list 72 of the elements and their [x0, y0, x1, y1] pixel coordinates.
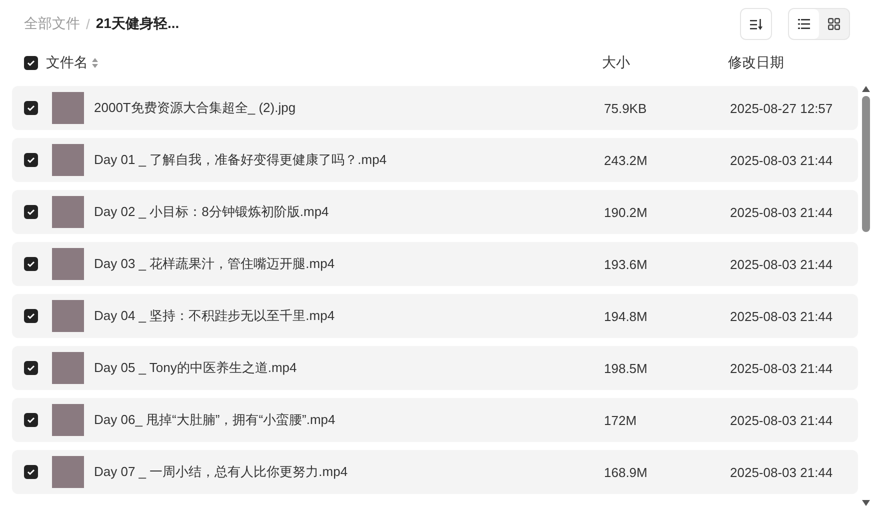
- checkbox[interactable]: [24, 257, 38, 271]
- checkbox[interactable]: [24, 413, 38, 427]
- file-row[interactable]: Day 02 _ 小目标：8分钟锻炼初阶版.mp4 190.2M 2025-08-03 21:44: [12, 190, 858, 234]
- checkbox[interactable]: [24, 205, 38, 219]
- thumbnail-placeholder: [52, 352, 84, 384]
- thumbnail-placeholder: [52, 404, 84, 436]
- scroll-down-icon[interactable]: [862, 500, 870, 506]
- list-icon: [798, 19, 810, 29]
- breadcrumb-separator: /: [86, 16, 90, 32]
- file-size: 243.2M: [604, 152, 648, 168]
- modified-date: 2025-08-03 21:44: [730, 360, 833, 376]
- checkbox[interactable]: [24, 101, 38, 115]
- file-row[interactable]: Day 06_ 甩掉“大肚腩”，拥有“小蛮腰”.mp4 172M 2025-08-03 21:44: [12, 398, 858, 442]
- checkbox[interactable]: [24, 56, 38, 70]
- modified-date: 2025-08-03 21:44: [730, 256, 833, 272]
- file-row[interactable]: 2000T免费资源大合集超全_ (2).jpg 75.9KB 2025-08-27 12:57: [12, 86, 858, 130]
- scroll-up-icon[interactable]: [862, 86, 870, 92]
- sort-icon[interactable]: [92, 58, 98, 68]
- file-size: 198.5M: [604, 360, 648, 376]
- check-icon: [27, 208, 35, 216]
- file-row[interactable]: Day 04 _ 坚持：不积跬步无以至千里.mp4 194.8M 2025-08-03 21:44: [12, 294, 858, 338]
- modified-date: 2025-08-27 12:57: [730, 100, 833, 116]
- thumbnail-placeholder: [52, 248, 84, 280]
- checkbox[interactable]: [24, 153, 38, 167]
- checkbox[interactable]: [24, 361, 38, 375]
- file-size: 168.9M: [604, 464, 648, 480]
- file-name: Day 06_ 甩掉“大肚腩”，拥有“小蛮腰”.mp4: [94, 411, 336, 429]
- file-size: 75.9KB: [604, 100, 648, 116]
- check-icon: [27, 104, 35, 112]
- scrollbar-thumb[interactable]: [862, 96, 870, 232]
- file-name: Day 02 _ 小目标：8分钟锻炼初阶版.mp4: [94, 203, 330, 221]
- file-size: 194.8M: [604, 308, 648, 324]
- modified-date: 2025-08-03 21:44: [730, 204, 833, 220]
- file-size: 172M: [604, 412, 638, 428]
- file-row[interactable]: Day 01 _ 了解自我，准备好变得更健康了吗？.mp4 243.2M 2025-08-03 21:44: [12, 138, 858, 182]
- file-row[interactable]: Day 05 _ Tony的中医养生之道.mp4 198.5M 2025-08-03 21:44: [12, 346, 858, 390]
- file-name: Day 07 _ 一周小结，总有人比你更努力.mp4: [94, 463, 349, 481]
- modified-date: 2025-08-03 21:44: [730, 464, 833, 480]
- file-name: Day 01 _ 了解自我，准备好变得更健康了吗？.mp4: [94, 151, 388, 169]
- thumbnail-placeholder: [52, 92, 84, 124]
- grid-icon: [828, 18, 840, 30]
- column-header[interactable]: 文件名: [46, 54, 88, 72]
- check-icon: [27, 156, 35, 164]
- check-icon: [27, 364, 35, 372]
- file-name: Day 04 _ 坚持：不积跬步无以至千里.mp4: [94, 307, 336, 325]
- column-header: 大小: [602, 54, 631, 72]
- column-header: 修改日期: [728, 54, 784, 72]
- thumbnail-placeholder: [52, 456, 84, 488]
- breadcrumb-item: 21天健身轻...: [96, 15, 180, 33]
- file-size: 190.2M: [604, 204, 648, 220]
- check-icon: [27, 59, 35, 67]
- thumbnail-placeholder: [52, 300, 84, 332]
- file-name: Day 05 _ Tony的中医养生之道.mp4: [94, 359, 298, 377]
- checkbox[interactable]: [24, 309, 38, 323]
- check-icon: [27, 260, 35, 268]
- checkbox[interactable]: [24, 465, 38, 479]
- modified-date: 2025-08-03 21:44: [730, 412, 833, 428]
- view-mode-button[interactable]: [789, 9, 819, 39]
- thumbnail-placeholder: [52, 144, 84, 176]
- check-icon: [27, 312, 35, 320]
- sort-button[interactable]: [740, 8, 772, 40]
- modified-date: 2025-08-03 21:44: [730, 152, 833, 168]
- file-row[interactable]: Day 07 _ 一周小结，总有人比你更努力.mp4 168.9M 2025-08-03 21:44: [12, 450, 858, 494]
- file-row[interactable]: Day 03 _ 花样蔬果汁，管住嘴迈开腿.mp4 193.6M 2025-08-03 21:44: [12, 242, 858, 286]
- check-icon: [27, 416, 35, 424]
- file-size: 193.6M: [604, 256, 648, 272]
- sort-icon: [750, 18, 762, 30]
- modified-date: 2025-08-03 21:44: [730, 308, 833, 324]
- check-icon: [27, 468, 35, 476]
- thumbnail-placeholder: [52, 196, 84, 228]
- file-name: 2000T免费资源大合集超全_ (2).jpg: [94, 99, 297, 117]
- file-name: Day 03 _ 花样蔬果汁，管住嘴迈开腿.mp4: [94, 255, 336, 273]
